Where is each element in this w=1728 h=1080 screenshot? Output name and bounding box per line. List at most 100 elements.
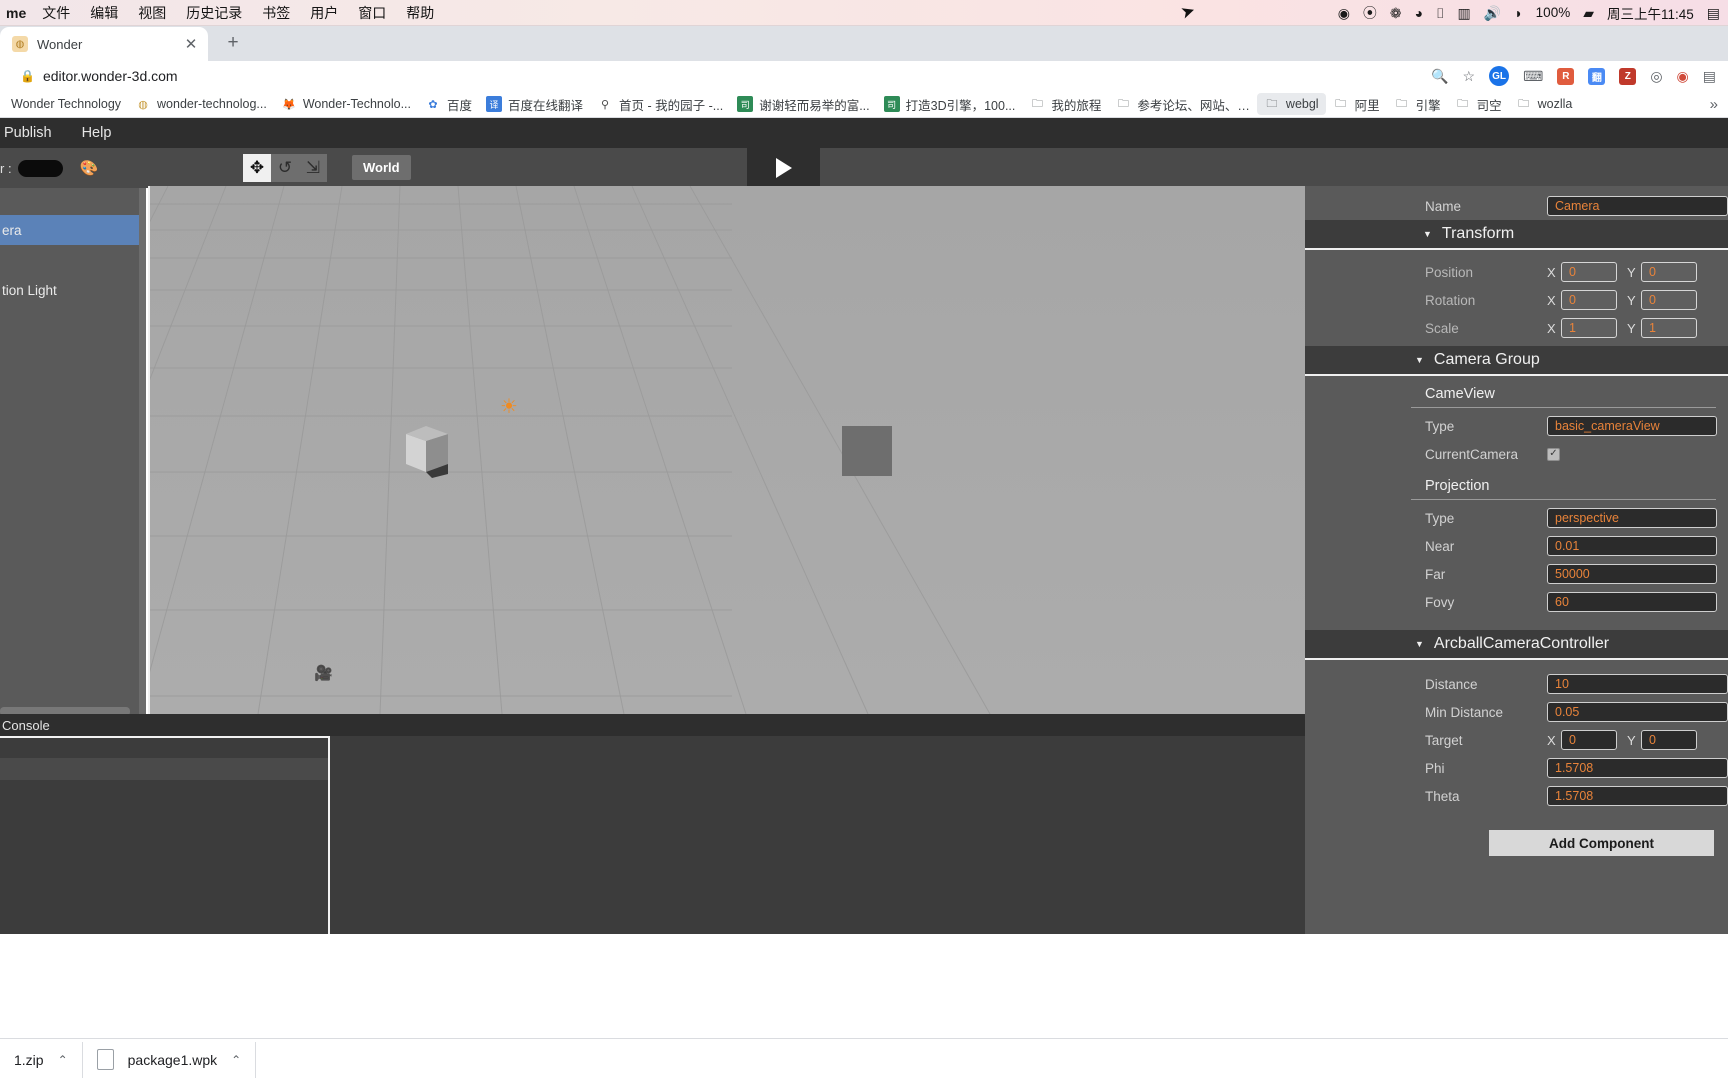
- name-input[interactable]: Camera: [1547, 196, 1728, 216]
- bookmark-item[interactable]: ⚲ 首页 - 我的园子 -...: [590, 92, 730, 117]
- far-input[interactable]: 50000: [1547, 564, 1717, 584]
- transform-section-header[interactable]: ▼ Transform: [1305, 220, 1728, 250]
- browser-tab-wonder[interactable]: ◍ Wonder ✕: [0, 27, 208, 61]
- hierarchy-item-label: era: [2, 222, 22, 238]
- phi-input[interactable]: 1.5708: [1547, 758, 1728, 778]
- extension-zotero-icon[interactable]: Z: [1619, 67, 1637, 85]
- battery-widget-icon[interactable]: ▥: [1458, 6, 1471, 20]
- os-menu-edit[interactable]: 编辑: [90, 3, 118, 23]
- bookmark-item[interactable]: 🗀 引擎: [1387, 92, 1448, 117]
- current-camera-checkbox[interactable]: ✓: [1547, 447, 1560, 461]
- bookmark-item[interactable]: Wonder Technology: [4, 94, 128, 114]
- hierarchy-item-direction-light[interactable]: tion Light: [0, 275, 146, 305]
- hierarchy-item-camera[interactable]: era: [0, 215, 146, 245]
- space-mode-button[interactable]: World: [352, 155, 411, 180]
- chevron-up-icon[interactable]: ⌃: [231, 1053, 241, 1067]
- download-item[interactable]: 1.zip ⌃: [0, 1041, 83, 1078]
- scale-gizmo-icon[interactable]: ⇲: [299, 154, 327, 182]
- wechat-icon[interactable]: ❁: [1390, 6, 1402, 20]
- bookmark-item[interactable]: 🗀 司空: [1448, 92, 1509, 117]
- rotate-gizmo-icon[interactable]: ↺: [271, 154, 299, 182]
- chevron-down-icon: ▼: [1415, 639, 1424, 649]
- add-component-button[interactable]: Add Component: [1489, 830, 1714, 856]
- keyboard-icon[interactable]: ⌨: [1523, 69, 1543, 83]
- bookmark-item[interactable]: 🦊 Wonder-Technolo...: [274, 93, 418, 115]
- search-icon[interactable]: 🔍: [1431, 69, 1448, 83]
- download-item[interactable]: package1.wpk ⌃: [83, 1041, 257, 1078]
- star-icon[interactable]: ☆: [1463, 69, 1476, 83]
- shield-icon[interactable]: ◕: [1415, 6, 1423, 20]
- badge-icon[interactable]: ◉: [1677, 69, 1689, 83]
- bookmark-item[interactable]: 司 谢谢轻而易举的富...: [730, 92, 876, 117]
- assets-tree-panel[interactable]: [0, 736, 330, 934]
- distance-input[interactable]: 10: [1547, 674, 1728, 694]
- os-menu-window[interactable]: 窗口: [358, 3, 386, 23]
- scene-viewport[interactable]: ☀ 🎥: [148, 186, 1305, 714]
- assets-preview-panel[interactable]: [330, 736, 1305, 934]
- bookmark-item[interactable]: 🗀 阿里: [1326, 92, 1387, 117]
- os-menu-help[interactable]: 帮助: [406, 3, 434, 23]
- assets-tree-row[interactable]: [0, 758, 328, 780]
- close-tab-icon[interactable]: ✕: [182, 35, 200, 53]
- bookmark-item[interactable]: 🗀 我的旅程: [1022, 92, 1108, 117]
- bookmark-item[interactable]: 司 打造3D引擎，100...: [877, 92, 1023, 117]
- airplay-icon[interactable]: ⌷: [1436, 6, 1444, 20]
- editor-menu-help[interactable]: Help: [82, 125, 112, 141]
- arcball-section-header[interactable]: ▼ ArcballCameraController: [1305, 630, 1728, 660]
- rotation-x-input[interactable]: 0: [1561, 290, 1617, 310]
- bookmark-item[interactable]: 🗀 参考论坛、网站、…: [1108, 92, 1257, 117]
- camera-icon[interactable]: ⦿: [1363, 6, 1377, 20]
- editor-menu-publish[interactable]: Publish: [4, 125, 52, 141]
- camera-gizmo-icon[interactable]: 🎥: [314, 664, 333, 682]
- translate-icon: 译: [486, 96, 503, 112]
- play-button[interactable]: [747, 148, 820, 188]
- os-menu-bookmarks[interactable]: 书签: [262, 3, 290, 23]
- wifi-icon[interactable]: ◗: [1514, 6, 1522, 20]
- extension-r-icon[interactable]: R: [1557, 67, 1575, 85]
- scale-x-input[interactable]: 1: [1561, 318, 1617, 338]
- chevron-up-icon[interactable]: ⌃: [58, 1053, 68, 1067]
- min-distance-input[interactable]: 0.05: [1547, 702, 1728, 722]
- cameview-type-select[interactable]: basic_cameraView: [1547, 416, 1717, 436]
- near-input[interactable]: 0.01: [1547, 536, 1717, 556]
- os-menu-view[interactable]: 视图: [138, 3, 166, 23]
- control-center-icon[interactable]: ▤: [1707, 6, 1720, 20]
- clock-label[interactable]: 周三上午11:45: [1607, 3, 1694, 23]
- bookmark-item[interactable]: 🗀 webgl: [1256, 93, 1326, 115]
- bookmarks-overflow-button[interactable]: »: [1710, 96, 1724, 113]
- projection-type-select[interactable]: perspective: [1547, 508, 1717, 528]
- volume-icon[interactable]: 🔊: [1484, 6, 1501, 20]
- record-icon[interactable]: ◉: [1338, 6, 1350, 20]
- os-menu-profiles[interactable]: 用户: [310, 3, 338, 23]
- position-y-input[interactable]: 0: [1641, 262, 1697, 282]
- bookmark-item[interactable]: 🗀 wozlla: [1509, 93, 1580, 115]
- hierarchy-vertical-scrollbar[interactable]: [139, 188, 146, 717]
- bookmark-item[interactable]: ✿ 百度: [418, 92, 479, 117]
- theta-input[interactable]: 1.5708: [1547, 786, 1728, 806]
- battery-icon[interactable]: ▰: [1583, 6, 1594, 20]
- translate-gizmo-icon[interactable]: ✥: [243, 154, 271, 182]
- os-menu-history[interactable]: 历史记录: [186, 3, 242, 23]
- console-tab[interactable]: Console: [0, 718, 50, 733]
- rotation-y-input[interactable]: 0: [1641, 290, 1697, 310]
- bookmark-item[interactable]: 译 百度在线翻译: [479, 92, 590, 117]
- bookmark-item[interactable]: ◍ wonder-technolog...: [128, 93, 274, 115]
- target-y-input[interactable]: 0: [1641, 730, 1697, 750]
- download-filename: 1.zip: [14, 1051, 44, 1068]
- light-gizmo-icon[interactable]: ☀: [500, 394, 518, 419]
- compass-icon[interactable]: ◎: [1650, 69, 1662, 83]
- palette-icon[interactable]: 🎨: [80, 159, 99, 177]
- fovy-input[interactable]: 60: [1547, 592, 1717, 612]
- profile-avatar[interactable]: GL: [1489, 66, 1510, 86]
- camera-group-section-header[interactable]: ▼ Camera Group: [1305, 346, 1728, 376]
- lock-icon: 🔒: [20, 69, 35, 83]
- extension-translate-icon[interactable]: 翻: [1588, 67, 1606, 85]
- position-x-input[interactable]: 0: [1561, 262, 1617, 282]
- address-bar[interactable]: 🔒 editor.wonder-3d.com: [8, 64, 1431, 88]
- os-menu-file[interactable]: 文件: [42, 3, 70, 23]
- new-tab-button[interactable]: +: [218, 28, 248, 58]
- scale-y-input[interactable]: 1: [1641, 318, 1697, 338]
- target-x-input[interactable]: 0: [1561, 730, 1617, 750]
- color-swatch[interactable]: [17, 159, 63, 177]
- menu-icon[interactable]: ▤: [1703, 69, 1716, 83]
